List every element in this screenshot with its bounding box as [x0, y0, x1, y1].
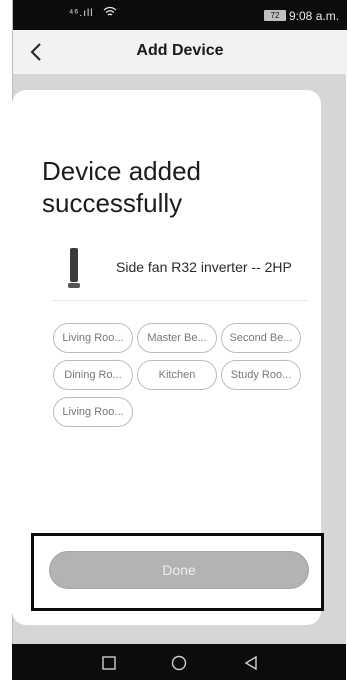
room-chip-living-room-2[interactable]: Living Roo... — [53, 397, 133, 427]
triangle-back-icon[interactable] — [242, 654, 260, 672]
app-header: Add Device — [13, 30, 347, 74]
page-title: Add Device — [136, 42, 224, 59]
status-bar: ⁴⁶.ıll 72 9:08 a.m. — [13, 0, 347, 30]
system-nav-bar — [12, 644, 346, 680]
circle-icon[interactable] — [170, 654, 188, 672]
device-name: Side fan R32 inverter -- 2HP — [116, 259, 292, 275]
success-headline: Device added successfully — [42, 156, 201, 218]
wifi-icon — [103, 6, 117, 21]
done-button[interactable]: Done — [49, 551, 309, 589]
square-icon[interactable] — [100, 654, 118, 672]
room-chip-study-room[interactable]: Study Roo... — [221, 360, 301, 390]
clock-time: 9:08 a.m. — [289, 9, 340, 23]
room-chip-kitchen[interactable]: Kitchen — [137, 360, 217, 390]
room-chip-living-room[interactable]: Living Roo... — [53, 323, 133, 353]
room-chip-second-bedroom[interactable]: Second Be... — [221, 323, 301, 353]
room-chip-dining-room[interactable]: Dining Ro... — [53, 360, 133, 390]
side-fan-device-icon — [68, 248, 80, 288]
battery-icon: 72 — [264, 10, 286, 21]
signal-icon: ⁴⁶.ıll — [69, 8, 94, 19]
room-chip-master-bedroom[interactable]: Master Be... — [137, 323, 217, 353]
divider — [52, 300, 308, 301]
